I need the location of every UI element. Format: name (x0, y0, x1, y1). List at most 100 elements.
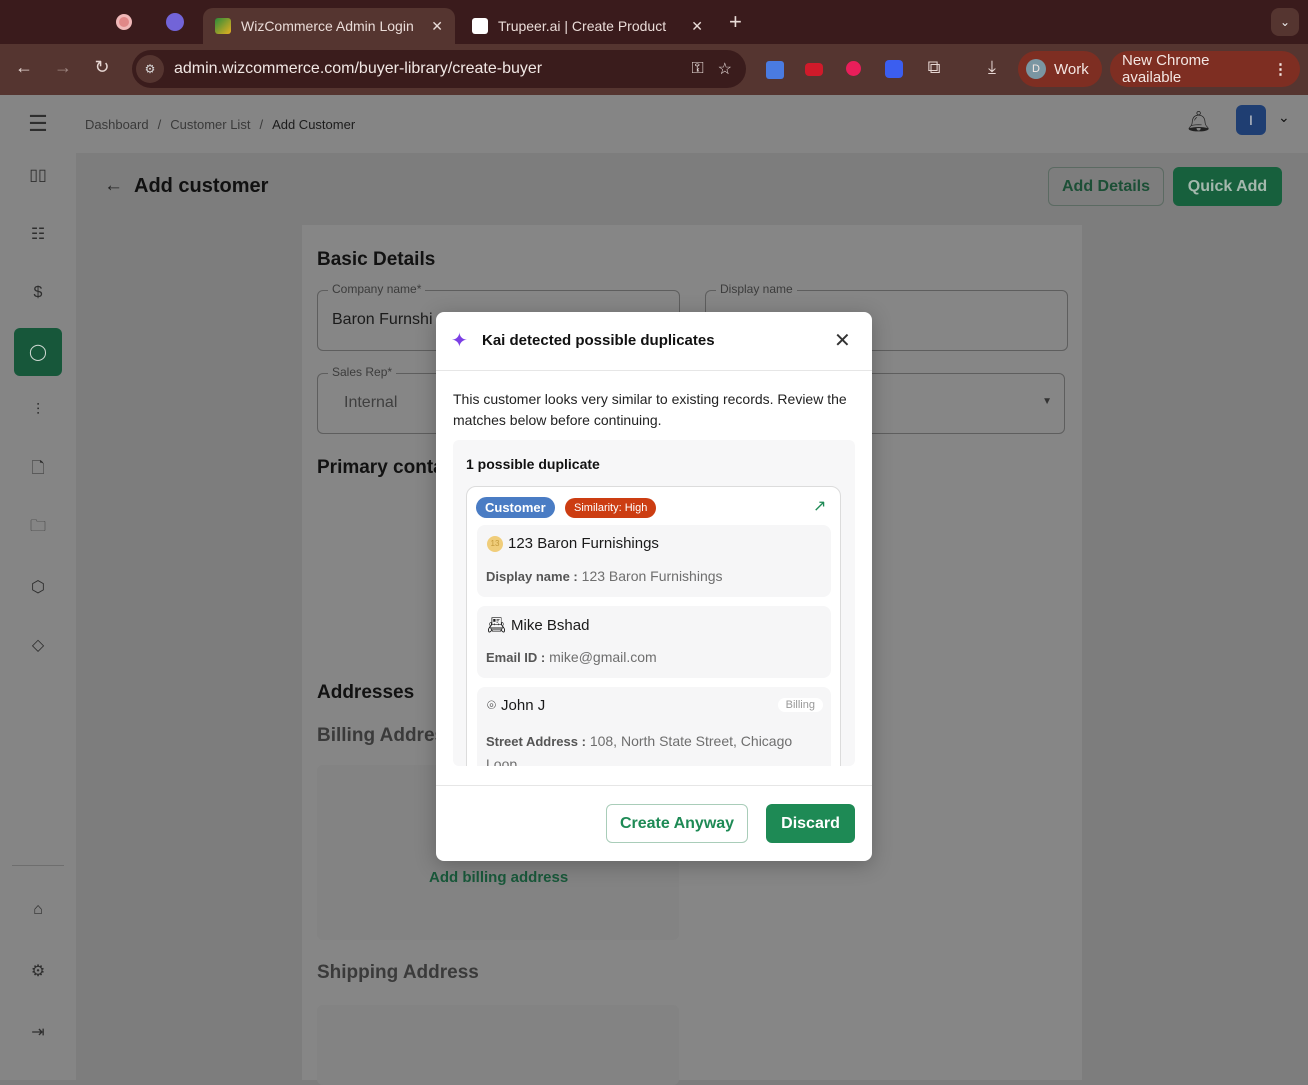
tab-label: Trupeer.ai | Create Product Vi (498, 18, 668, 34)
back-arrow-icon[interactable]: ← (104, 175, 123, 197)
bookmark-star-icon[interactable]: ☆ (718, 59, 732, 79)
boxes-icon: ⬡ (31, 579, 45, 596)
user-avatar[interactable]: I (1236, 105, 1266, 135)
page-title: Add customer (134, 175, 269, 197)
new-tab-icon[interactable]: + (729, 9, 742, 35)
tab-search-icon[interactable]: ⌄ (1271, 8, 1299, 36)
record-icon[interactable] (116, 14, 132, 30)
site-info-icon[interactable]: ⚙ (136, 55, 164, 83)
contact-card-icon: 📇︎ (487, 617, 507, 634)
sidebar-item-logout[interactable]: ⇥ (14, 1008, 62, 1056)
section-primary-contact: Primary conta (317, 457, 444, 478)
sidebar-item-list[interactable]: ☷ (14, 210, 62, 258)
sidebar-item-products[interactable]: ⬡ (14, 563, 62, 611)
create-anyway-button[interactable]: Create Anyway (606, 804, 748, 843)
duplicate-match-card[interactable]: Customer Similarity: High ↗ 13 123 Baron … (466, 486, 841, 766)
forward-icon[interactable]: → (51, 57, 75, 78)
url-text: admin.wizcommerce.com/buyer-library/crea… (174, 60, 543, 77)
address-bar[interactable]: ⚙ admin.wizcommerce.com/buyer-library/cr… (132, 50, 746, 88)
tab-label: WizCommerce Admin Login (241, 18, 414, 34)
password-key-icon[interactable]: ⚿ (691, 60, 703, 78)
sidebar-item-invoices[interactable]: $ (14, 269, 62, 317)
field-label: Sales Rep* (328, 365, 397, 379)
sidebar-divider (12, 865, 64, 866)
add-billing-address-link[interactable]: Add billing address (429, 869, 568, 886)
video-extension-icon[interactable] (805, 63, 823, 76)
download-icon[interactable]: ⤓ (980, 57, 1004, 78)
section-addresses: Addresses (317, 682, 415, 703)
location-pin-icon: ⌾ (487, 697, 497, 714)
tab-wizcommerce[interactable]: WizCommerce Admin Login ✕ (203, 8, 455, 44)
notification-bell-icon[interactable]: 🔔︎ (1186, 109, 1211, 134)
list-icon: ☷ (30, 226, 46, 243)
display-name-value: 123 Baron Furnishings (581, 568, 723, 584)
browser-tab-strip: WizCommerce Admin Login ✕ Trupeer.ai | C… (0, 0, 1308, 44)
similarity-badge: Similarity: High (565, 498, 657, 518)
breadcrumb-customer-list[interactable]: Customer List (170, 117, 250, 132)
add-details-button[interactable]: Add Details (1048, 167, 1164, 206)
menu-icon[interactable]: ☰ (14, 100, 62, 148)
extensions-puzzle-icon[interactable]: ⧉ (922, 57, 946, 78)
reload-icon[interactable]: ↻ (90, 57, 114, 78)
dashboard-icon: ▯▯ (29, 167, 47, 184)
folder-icon: 🗀 (29, 517, 46, 535)
chrome-update-button[interactable]: New Chrome available ⋮ (1110, 51, 1300, 87)
sparkle-icon: ✦ (451, 330, 468, 352)
tab-trupeer[interactable]: Trupeer.ai | Create Product Vi ✕ (460, 8, 715, 44)
dialog-description: This customer looks very similar to exis… (453, 391, 847, 428)
update-label: New Chrome available (1122, 52, 1210, 86)
company-initials-avatar: 13 (487, 535, 503, 552)
field-label: Company name* (328, 282, 426, 296)
back-icon[interactable]: ← (12, 57, 36, 78)
close-tab-icon[interactable]: ✕ (431, 18, 443, 35)
sidebar-item-customers[interactable]: ◯ (14, 328, 62, 376)
dialog-divider (436, 370, 872, 371)
screenshot-extension-icon[interactable] (885, 60, 903, 78)
trupeer-favicon (472, 18, 488, 34)
quick-add-button[interactable]: Quick Add (1173, 167, 1282, 206)
close-icon[interactable]: ✕ (834, 328, 851, 353)
duplicate-detection-dialog: ✦ Kai detected possible duplicates ✕ Thi… (436, 312, 872, 861)
kebab-menu-icon[interactable]: ⋮ (1273, 60, 1288, 78)
sidebar-item-store[interactable]: ⌂ (14, 886, 62, 934)
open-external-icon[interactable]: ↗ (813, 496, 826, 516)
footer-divider (436, 785, 872, 786)
sliders-icon: ⫶ (35, 402, 40, 419)
chevron-down-icon[interactable]: ⌄ (1278, 109, 1290, 126)
document-icon: 🗋 (31, 459, 45, 477)
close-tab-icon[interactable]: ✕ (691, 18, 703, 35)
display-name-label: Display name : (486, 569, 578, 584)
contact-name: Mike Bshad (511, 616, 590, 634)
sidebar-item-settings[interactable]: ⚙ (14, 947, 62, 995)
address-match-row: ⌾ John J Billing Street Address : 108, No… (477, 687, 831, 766)
breadcrumb-dashboard[interactable]: Dashboard (85, 117, 149, 132)
sidebar-item-dashboard[interactable]: ▯▯ (14, 151, 62, 199)
sidebar-item-files[interactable]: 🗀 (14, 504, 62, 552)
company-name: 123 Baron Furnishings (508, 535, 659, 552)
breadcrumb-add-customer: Add Customer (272, 117, 356, 132)
user-icon: ◯ (29, 344, 47, 361)
logout-icon: ⇥ (31, 1024, 45, 1041)
sidebar-item-documents[interactable]: 🗋 (14, 446, 62, 494)
gear-icon: ⚙ (30, 963, 46, 980)
dialog-title: Kai detected possible duplicates (482, 332, 715, 349)
contact-match-row: 📇︎ Mike Bshad Email ID : mike@gmail.com (477, 606, 831, 678)
field-value: Internal (344, 394, 398, 411)
shipping-address-box (317, 1005, 679, 1085)
email-label: Email ID : (486, 650, 546, 665)
extension-tab-icon[interactable] (166, 13, 184, 31)
sidebar-item-settings-sliders[interactable]: ⫶ (14, 387, 62, 435)
duplicates-panel: 1 possible duplicate Customer Similarity… (453, 440, 855, 766)
company-match-row: 13 123 Baron Furnishings Display name : 1… (477, 525, 831, 597)
dropdown-arrow-icon: ▼ (1042, 396, 1052, 407)
discard-button[interactable]: Discard (766, 804, 855, 843)
sidebar-item-tags[interactable]: ◇ (14, 621, 62, 669)
translate-extension-icon[interactable] (766, 61, 784, 79)
profile-button[interactable]: D Work (1018, 51, 1102, 87)
invoice-icon: $ (33, 284, 43, 301)
customer-badge: Customer (476, 497, 555, 518)
top-header: Dashboard / Customer List / Add Customer 🔔… (76, 95, 1308, 153)
profile-avatar: D (1026, 59, 1046, 79)
browser-toolbar: ← → ↻ ⚙ admin.wizcommerce.com/buyer-libr… (0, 44, 1308, 95)
record-extension-icon[interactable] (846, 61, 861, 76)
